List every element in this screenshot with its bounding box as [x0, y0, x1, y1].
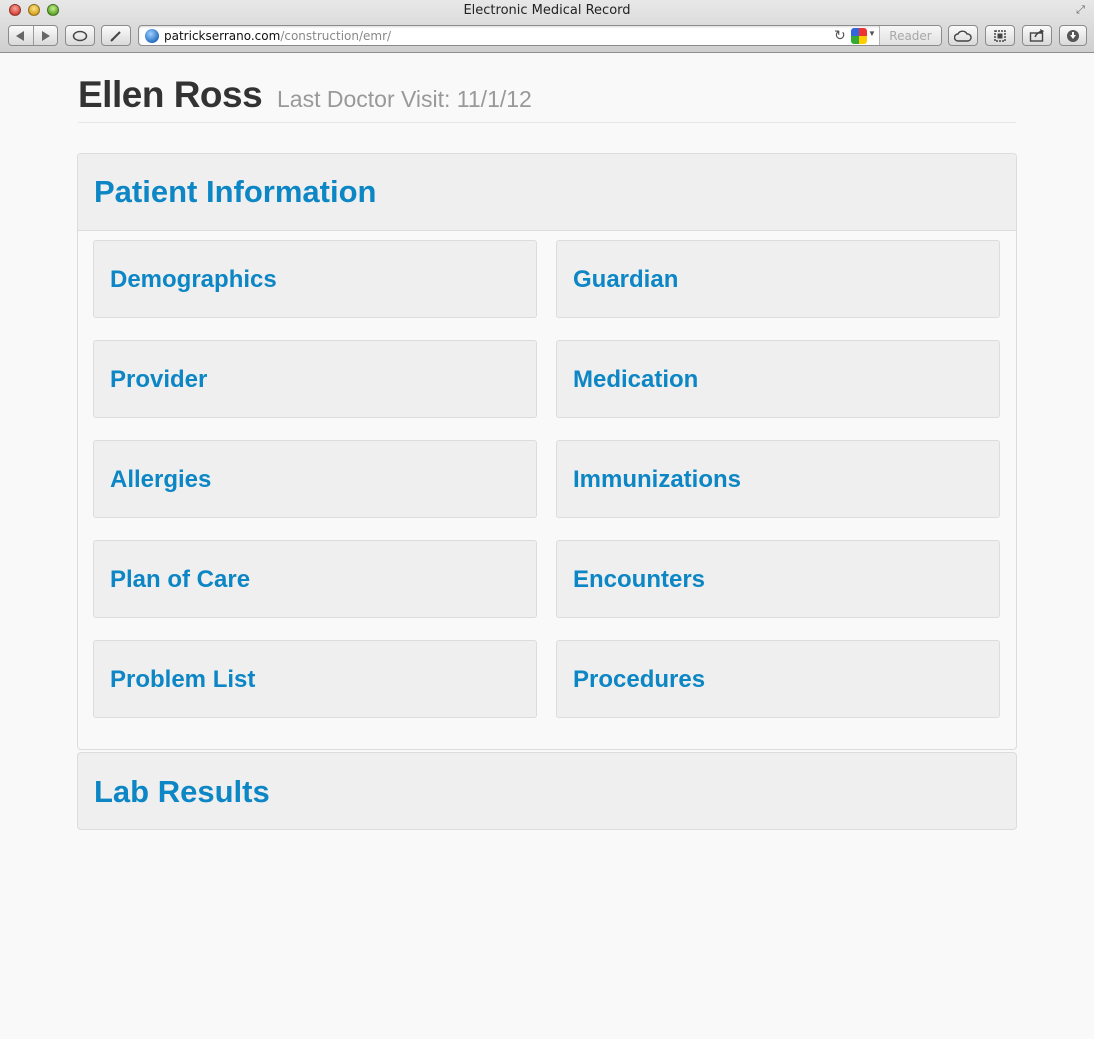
cloud-icon: [954, 30, 972, 42]
patient-information-header[interactable]: Patient Information: [78, 154, 1016, 231]
patient-information-section: Patient Information Demographics Guardia…: [77, 153, 1017, 750]
back-button[interactable]: [9, 26, 33, 45]
tile-guardian[interactable]: Guardian: [556, 240, 1000, 318]
globe-icon: [145, 29, 159, 43]
download-icon: [1067, 29, 1079, 42]
tile-label[interactable]: Guardian: [573, 266, 678, 294]
section-title[interactable]: Patient Information: [94, 174, 376, 210]
back-arrow-icon: [16, 30, 25, 41]
tile-label[interactable]: Plan of Care: [110, 566, 250, 594]
tile-allergies[interactable]: Allergies: [93, 440, 537, 518]
page-content: Ellen Ross Last Doctor Visit: 11/1/12 Pa…: [0, 54, 1094, 1039]
forward-arrow-icon: [41, 30, 50, 41]
tile-label[interactable]: Medication: [573, 366, 698, 394]
lab-results-section[interactable]: Lab Results: [77, 752, 1017, 830]
forward-button[interactable]: [34, 26, 58, 45]
section-title[interactable]: Lab Results: [94, 774, 270, 810]
tile-provider[interactable]: Provider: [93, 340, 537, 418]
tile-label[interactable]: Demographics: [110, 266, 277, 294]
tabs-icon: [994, 29, 1006, 42]
browser-chrome: Electronic Medical Record ⤢ patrickserra…: [0, 0, 1094, 53]
tile-label[interactable]: Encounters: [573, 566, 705, 594]
reload-icon[interactable]: ↻: [834, 27, 846, 44]
tile-procedures[interactable]: Procedures: [556, 640, 1000, 718]
icloud-tabs-button[interactable]: [948, 25, 978, 46]
last-visit-date: Last Doctor Visit: 11/1/12: [277, 86, 532, 112]
pen-icon: [110, 30, 121, 42]
tile-label[interactable]: Provider: [110, 366, 207, 394]
add-bookmark-button[interactable]: [101, 25, 131, 46]
tile-plan-of-care[interactable]: Plan of Care: [93, 540, 537, 618]
title-bar: Electronic Medical Record ⤢: [0, 0, 1094, 22]
tile-encounters[interactable]: Encounters: [556, 540, 1000, 618]
fullscreen-icon[interactable]: ⤢: [1074, 4, 1087, 17]
url-text[interactable]: patrickserrano.com/construction/emr/: [164, 29, 391, 43]
tile-medication[interactable]: Medication: [556, 340, 1000, 418]
patient-name: Ellen Ross: [78, 74, 263, 115]
tile-immunizations[interactable]: Immunizations: [556, 440, 1000, 518]
speech-bubble-icon: [72, 30, 88, 41]
downloads-button[interactable]: [1059, 25, 1087, 46]
reader-button[interactable]: Reader: [879, 26, 941, 45]
tile-label[interactable]: Allergies: [110, 466, 211, 494]
share-button[interactable]: [1022, 25, 1052, 46]
tile-problem-list[interactable]: Problem List: [93, 640, 537, 718]
share-icon: [1029, 29, 1044, 42]
url-domain: patrickserrano.com: [164, 29, 281, 43]
chevron-down-icon[interactable]: ▼: [868, 29, 876, 38]
window-title: Electronic Medical Record: [463, 3, 631, 18]
tile-label[interactable]: Procedures: [573, 666, 705, 694]
tile-label[interactable]: Problem List: [110, 666, 255, 694]
google-search-icon[interactable]: [851, 28, 867, 44]
top-sites-button[interactable]: [65, 25, 95, 46]
tile-label[interactable]: Immunizations: [573, 466, 741, 494]
back-forward-buttons: [8, 25, 58, 46]
patient-header: Ellen Ross Last Doctor Visit: 11/1/12: [78, 74, 1016, 123]
tile-demographics[interactable]: Demographics: [93, 240, 537, 318]
url-path: /construction/emr/: [280, 29, 392, 43]
tab-view-button[interactable]: [985, 25, 1015, 46]
address-bar[interactable]: patrickserrano.com/construction/emr/ ↻ ▼…: [138, 25, 942, 46]
